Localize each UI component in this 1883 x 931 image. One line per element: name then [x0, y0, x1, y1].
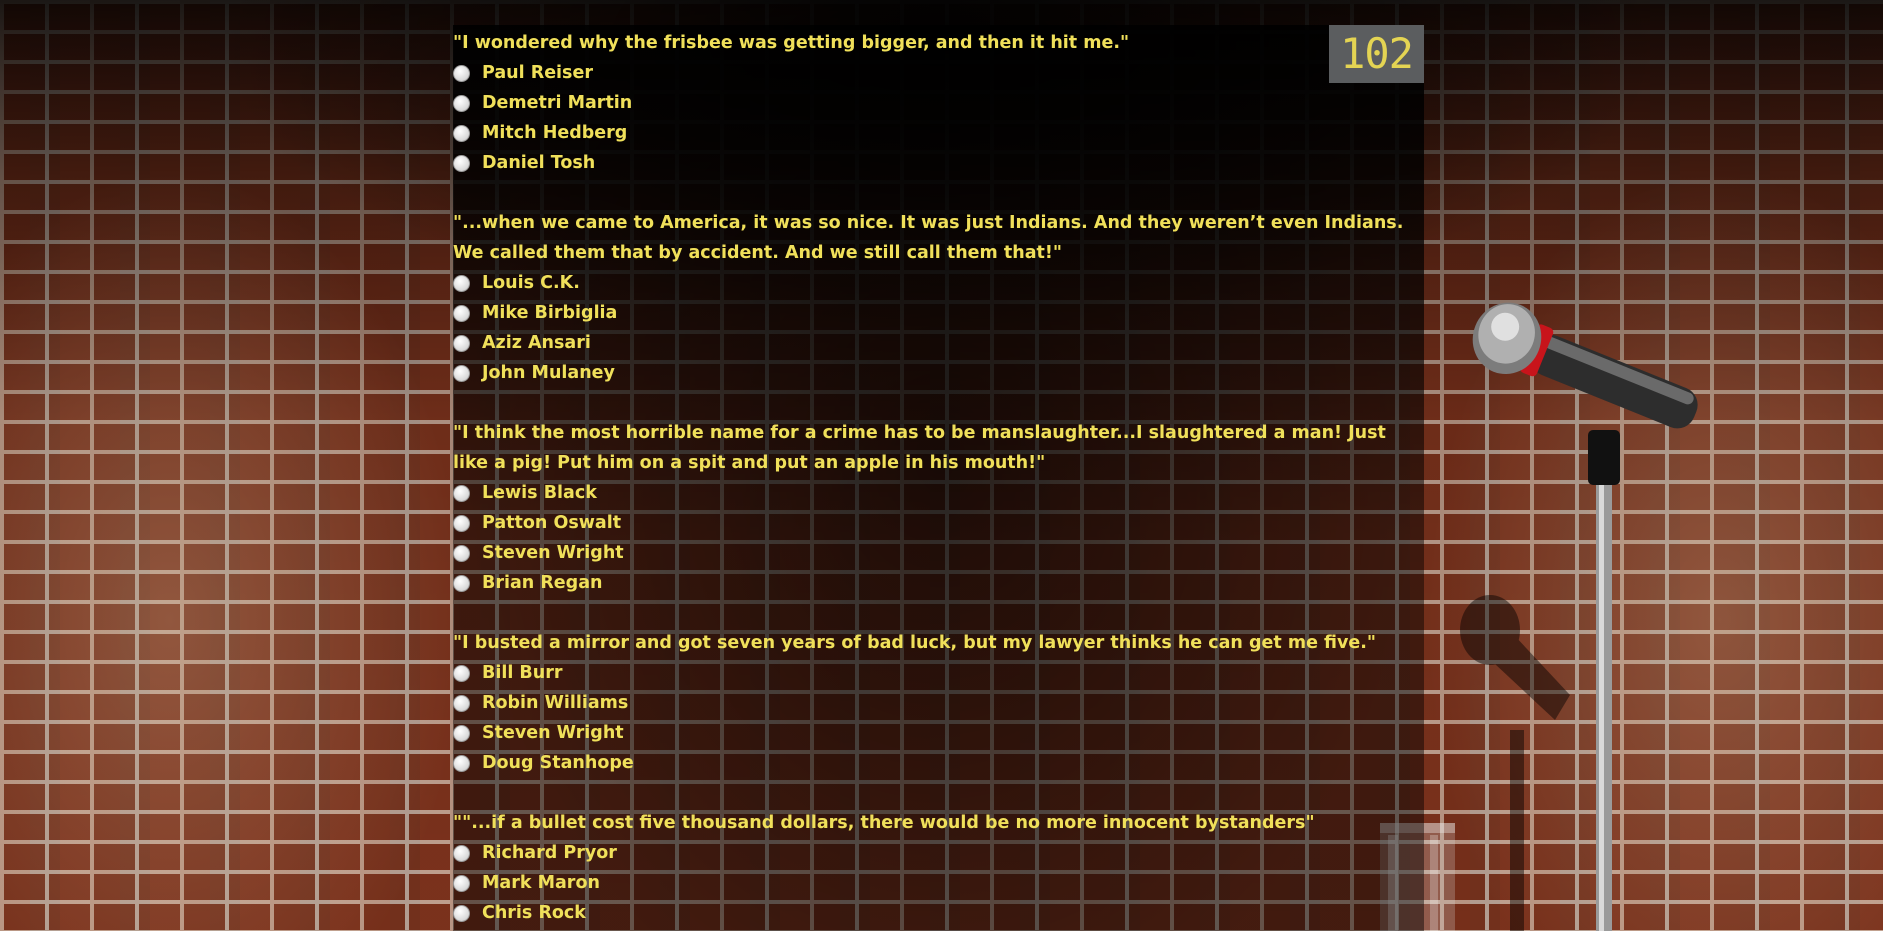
question-3: "I think the most horrible name for a cr… — [453, 418, 1424, 598]
radio-button[interactable] — [453, 484, 470, 502]
answer-option[interactable]: Bill Burr — [453, 658, 1424, 688]
answer-label[interactable]: Demetri Martin — [482, 93, 632, 113]
answer-option[interactable]: Demetri Martin — [453, 88, 1424, 118]
question-4: "I busted a mirror and got seven years o… — [453, 628, 1424, 778]
answer-label[interactable]: Steven Wright — [482, 723, 624, 743]
score-display: 102 — [1329, 25, 1424, 83]
answer-option[interactable]: Louis C.K. — [453, 268, 1424, 298]
answer-label[interactable]: Doug Stanhope — [482, 753, 634, 773]
radio-button[interactable] — [453, 574, 470, 592]
answer-option[interactable]: Robin Williams — [453, 688, 1424, 718]
radio-button[interactable] — [453, 94, 470, 112]
radio-button[interactable] — [453, 154, 470, 172]
answer-option[interactable]: Doug Stanhope — [453, 748, 1424, 778]
answer-label[interactable]: Aziz Ansari — [482, 333, 591, 353]
answer-option[interactable]: Richard Pryor — [453, 838, 1424, 868]
radio-button[interactable] — [453, 844, 470, 862]
question-text: ""...if a bullet cost five thousand doll… — [453, 813, 1315, 833]
radio-button[interactable] — [453, 874, 470, 892]
question-text: "...when we came to America, it was so n… — [453, 213, 1404, 263]
answer-option[interactable]: Lewis Black — [453, 478, 1424, 508]
answer-label[interactable]: Patton Oswalt — [482, 513, 621, 533]
radio-button[interactable] — [453, 304, 470, 322]
answer-label[interactable]: Mark Maron — [482, 873, 600, 893]
answer-label[interactable]: John Mulaney — [482, 363, 615, 383]
answer-option[interactable]: Brian Regan — [453, 568, 1424, 598]
answer-option[interactable]: John Mulaney — [453, 358, 1424, 388]
answer-label[interactable]: Robin Williams — [482, 693, 628, 713]
answer-option[interactable]: Steven Wright — [453, 718, 1424, 748]
radio-button[interactable] — [453, 64, 470, 82]
answer-label[interactable]: Brian Regan — [482, 573, 602, 593]
answer-label[interactable]: Mike Birbiglia — [482, 303, 617, 323]
answer-option[interactable]: Patton Oswalt — [453, 508, 1424, 538]
question-2: "...when we came to America, it was so n… — [453, 208, 1424, 388]
answer-label[interactable]: Paul Reiser — [482, 63, 593, 83]
answer-option[interactable]: Mike Birbiglia — [453, 298, 1424, 328]
radio-button[interactable] — [453, 664, 470, 682]
question-text: "I think the most horrible name for a cr… — [453, 423, 1386, 473]
answer-label[interactable]: Richard Pryor — [482, 843, 617, 863]
radio-button[interactable] — [453, 694, 470, 712]
radio-button[interactable] — [453, 724, 470, 742]
radio-button[interactable] — [453, 364, 470, 382]
question-text: "I wondered why the frisbee was getting … — [453, 33, 1130, 53]
radio-button[interactable] — [453, 514, 470, 532]
answer-label[interactable]: Mitch Hedberg — [482, 123, 627, 143]
answer-option[interactable]: Mitch Hedberg — [453, 118, 1424, 148]
question-text: "I busted a mirror and got seven years o… — [453, 633, 1377, 653]
radio-button[interactable] — [453, 754, 470, 772]
microphone-stand-icon — [1460, 302, 1698, 931]
radio-button[interactable] — [453, 124, 470, 142]
answer-label[interactable]: Louis C.K. — [482, 273, 580, 293]
answer-label[interactable]: Lewis Black — [482, 483, 597, 503]
score-value: 102 — [1340, 29, 1414, 78]
question-1: "I wondered why the frisbee was getting … — [453, 28, 1424, 178]
answer-option[interactable]: Daniel Tosh — [453, 148, 1424, 178]
answer-label[interactable]: Steven Wright — [482, 543, 624, 563]
radio-button[interactable] — [453, 904, 470, 922]
answer-option[interactable]: Paul Reiser — [453, 58, 1424, 88]
answer-option[interactable]: Steven Wright — [453, 538, 1424, 568]
radio-button[interactable] — [453, 334, 470, 352]
quiz-list: "I wondered why the frisbee was getting … — [453, 25, 1424, 928]
answer-label[interactable]: Chris Rock — [482, 903, 586, 923]
answer-option[interactable]: Chris Rock — [453, 898, 1424, 928]
answer-label[interactable]: Daniel Tosh — [482, 153, 595, 173]
radio-button[interactable] — [453, 544, 470, 562]
answer-option[interactable]: Aziz Ansari — [453, 328, 1424, 358]
question-5: ""...if a bullet cost five thousand doll… — [453, 808, 1424, 928]
answer-option[interactable]: Mark Maron — [453, 868, 1424, 898]
radio-button[interactable] — [453, 274, 470, 292]
quiz-panel: "I wondered why the frisbee was getting … — [453, 25, 1424, 931]
answer-label[interactable]: Bill Burr — [482, 663, 563, 683]
